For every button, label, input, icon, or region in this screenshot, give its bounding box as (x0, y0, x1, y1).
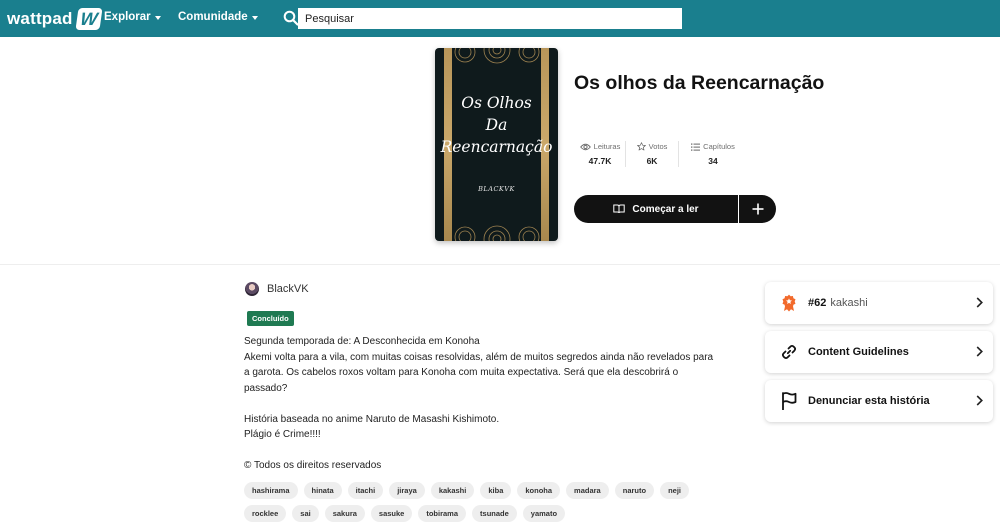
tag-list: hashirama hinata itachi jiraya kakashi k… (244, 482, 724, 522)
link-icon (780, 343, 798, 361)
tag-pill[interactable]: kiba (480, 482, 512, 499)
stat-chapters: Capítulos 34 (686, 142, 740, 166)
story-description: Segunda temporada de: A Desconhecida em … (244, 334, 719, 474)
tag-pill[interactable]: tsunade (472, 505, 517, 522)
chevron-right-icon (976, 395, 983, 406)
stat-votes-label: Votos (648, 142, 668, 151)
tag-pill[interactable]: sakura (324, 505, 365, 522)
cover-author-art: BLACKVK (478, 185, 515, 193)
stat-divider (678, 141, 679, 167)
nav-community-label: Comunidade (178, 11, 248, 23)
story-cover[interactable]: Os Olhos Da Reencarnação BLACKVK (435, 48, 558, 241)
plus-icon (752, 203, 763, 215)
logo-text: wattpad (7, 9, 73, 28)
flag-icon (780, 392, 798, 410)
stat-reads: Leituras 47.7K (574, 142, 626, 166)
copyright-notice: © Todos os direitos reservados (244, 460, 382, 471)
list-icon (691, 143, 701, 151)
stat-chapters-label: Capítulos (703, 142, 735, 151)
star-icon (636, 142, 646, 151)
tag-pill[interactable]: itachi (347, 482, 384, 499)
chevron-down-icon (251, 15, 258, 20)
eye-icon (579, 143, 591, 150)
stat-chapters-value: 34 (708, 156, 718, 166)
content-guidelines-card[interactable]: Content Guidelines (765, 331, 993, 373)
ranking-card[interactable]: #62 kakashi (765, 282, 993, 324)
tag-pill[interactable]: sasuke (370, 505, 413, 522)
start-reading-button[interactable]: Começar a ler (574, 195, 738, 223)
author-link[interactable]: BlackVK (245, 282, 309, 296)
story-title: Os olhos da Reencarnação (574, 72, 825, 94)
description-paragraph: Segunda temporada de: A Desconhecida em … (244, 336, 714, 394)
ranking-tag: kakashi (830, 297, 868, 309)
tag-pill[interactable]: neji (660, 482, 689, 499)
ranking-medal-icon (780, 294, 798, 312)
nav-explore-label: Explorar (104, 11, 151, 23)
chevron-right-icon (976, 346, 983, 357)
stat-divider (625, 141, 626, 167)
logo-w-icon: W (75, 8, 103, 30)
tag-pill[interactable]: naruto (614, 482, 655, 499)
description-paragraph: História baseada no anime Naruto de Masa… (244, 413, 500, 441)
nav-community[interactable]: Comunidade (178, 11, 258, 23)
tag-pill[interactable]: tobirama (418, 505, 467, 522)
cover-title-line: Reencarnação (440, 138, 553, 156)
avatar (245, 282, 259, 296)
stat-votes: Votos 6K (631, 142, 673, 166)
tag-pill[interactable]: jiraya (389, 482, 425, 499)
cover-title-line: Os Olhos (461, 94, 532, 112)
tag-pill[interactable]: rocklee (244, 505, 287, 522)
tag-pill[interactable]: kakashi (430, 482, 475, 499)
nav-explore[interactable]: Explorar (104, 11, 161, 23)
tag-pill[interactable]: konoha (517, 482, 561, 499)
status-badge: Concluído (247, 311, 294, 326)
cover-ornament-bottom (454, 225, 540, 241)
book-open-icon (613, 204, 626, 214)
cover-ornament-top (454, 48, 540, 64)
chevron-right-icon (976, 297, 983, 308)
ranking-number: #62 (808, 297, 827, 309)
stat-votes-value: 6K (646, 156, 658, 166)
tag-pill[interactable]: madara (566, 482, 609, 499)
tag-pill[interactable]: yamato (522, 505, 566, 522)
search-input[interactable] (298, 8, 682, 29)
stat-reads-value: 47.7K (588, 156, 612, 166)
tag-pill[interactable]: hinata (303, 482, 342, 499)
top-navigation-bar: wattpad W Explorar Comunidade (0, 0, 1000, 37)
tag-pill[interactable]: hashirama (244, 482, 298, 499)
start-reading-label: Começar a ler (632, 203, 699, 215)
report-story-card[interactable]: Denunciar esta história (765, 380, 993, 422)
report-story-label: Denunciar esta história (808, 395, 930, 407)
content-guidelines-label: Content Guidelines (808, 346, 909, 358)
stat-reads-label: Leituras (593, 142, 621, 151)
search-icon[interactable] (283, 10, 299, 26)
cover-title-line: Da (485, 116, 508, 134)
cover-title-art: Os Olhos Da Reencarnação (435, 92, 558, 158)
wattpad-logo[interactable]: wattpad W (7, 7, 103, 31)
chevron-down-icon (154, 15, 161, 20)
tag-pill[interactable]: sai (292, 505, 319, 522)
author-name: BlackVK (267, 283, 309, 295)
add-to-library-button[interactable] (739, 195, 776, 223)
